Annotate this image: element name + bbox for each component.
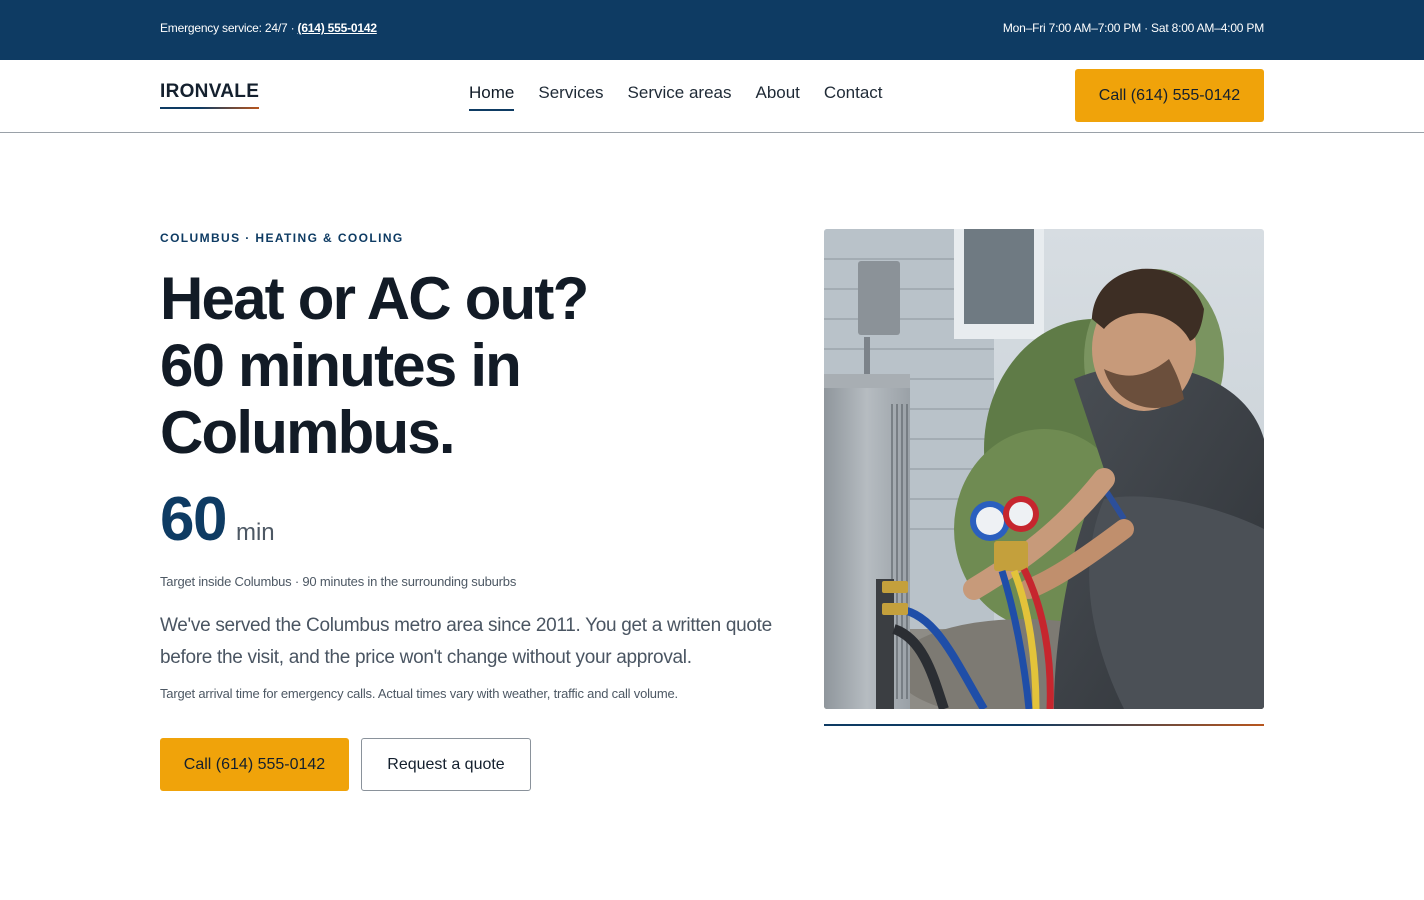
logo[interactable]: IRONVALE [160, 81, 260, 109]
call-button[interactable]: Call (614) 555-0142 [160, 738, 349, 791]
request-quote-button[interactable]: Request a quote [361, 738, 531, 791]
stat-value: 60 [160, 485, 227, 554]
nav-home[interactable]: Home [469, 83, 515, 111]
technician-photo [824, 229, 1264, 709]
stat-note: Target inside Columbus · 90 minutes in t… [160, 574, 517, 589]
top-bar: Emergency service: 24/7 · (614) 555-0142… [0, 0, 1424, 60]
response-time-stat: 60 min [160, 484, 275, 556]
business-hours: Mon–Fri 7:00 AM–7:00 PM · Sat 8:00 AM–4:… [1002, 21, 1264, 35]
nav-contact[interactable]: Contact [824, 83, 883, 111]
emergency-service-text: Emergency service: 24/7 · (614) 555-0142 [160, 21, 377, 35]
nav-service-areas[interactable]: Service areas [628, 83, 732, 111]
main-nav: Home Services Service areas About Contac… [469, 83, 883, 111]
emergency-phone-link[interactable]: (614) 555-0142 [298, 21, 377, 35]
site-header: IRONVALE Home Services Service areas Abo… [0, 60, 1424, 133]
headline-line-1: Heat or AC out? [160, 265, 589, 332]
emergency-label: Emergency service: 24/7 · [160, 21, 298, 35]
nav-services[interactable]: Services [538, 83, 603, 111]
photo-accent-rule [824, 724, 1264, 726]
hero-lead: We've served the Columbus metro area sin… [160, 615, 772, 668]
header-call-button[interactable]: Call (614) 555-0142 [1075, 69, 1264, 122]
hero-headline: Heat or AC out? 60 minutes in Columbus. [160, 265, 589, 466]
hero-eyebrow: COLUMBUS · HEATING & COOLING [160, 231, 404, 245]
hero-disclaimer: Target arrival time for emergency calls.… [160, 686, 678, 701]
nav-about[interactable]: About [755, 83, 799, 111]
stat-unit: min [235, 519, 275, 546]
headline-line-2: 60 minutes in [160, 332, 522, 399]
headline-line-3: Columbus. [160, 399, 456, 466]
